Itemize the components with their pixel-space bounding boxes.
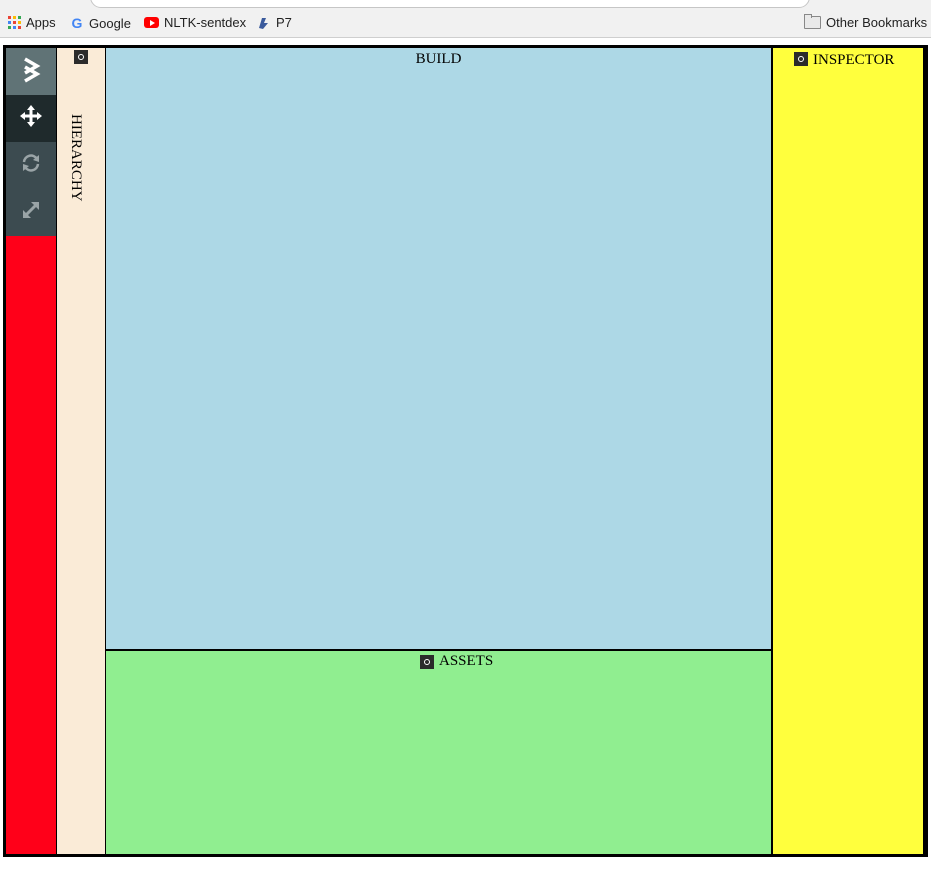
logo-button[interactable]: [6, 48, 56, 95]
scale-tool-button[interactable]: [6, 189, 56, 236]
inspector-header: INSPECTOR: [794, 52, 894, 69]
assets-title: ASSETS: [439, 653, 494, 669]
bookmarks-bar: Apps G Google NLTK-sentdex P7 Other Book…: [0, 8, 931, 38]
scale-diagonal-icon: [20, 199, 42, 226]
build-panel[interactable]: BUILD: [106, 48, 771, 651]
move-arrows-icon: [20, 105, 42, 132]
folder-icon: [804, 14, 821, 29]
tool-button-group: [6, 48, 56, 240]
inspector-settings-icon[interactable]: [794, 52, 808, 66]
p7-icon: [257, 16, 271, 30]
browser-top-bar: [0, 0, 931, 8]
assets-header: ASSETS: [420, 653, 493, 670]
inspector-title: INSPECTOR: [813, 52, 895, 68]
hierarchy-title: HIERARCHY: [68, 114, 84, 202]
assets-settings-icon[interactable]: [420, 654, 434, 669]
address-bar[interactable]: [90, 0, 810, 8]
bookmark-p7[interactable]: P7: [257, 15, 292, 30]
bookmark-label: P7: [276, 15, 292, 30]
bookmark-google[interactable]: G Google: [70, 15, 131, 31]
hierarchy-settings-icon[interactable]: [74, 50, 88, 64]
inspector-panel[interactable]: INSPECTOR: [772, 48, 923, 854]
youtube-icon: [144, 17, 159, 28]
editor-frame: HIERARCHY BUILD ASSETS INSPECTOR: [3, 45, 928, 857]
bookmark-label: NLTK-sentdex: [164, 15, 247, 30]
move-tool-button[interactable]: [6, 95, 56, 142]
assets-panel[interactable]: ASSETS: [106, 651, 771, 854]
bookmark-label: Google: [89, 15, 131, 31]
rotate-tool-button[interactable]: [6, 142, 56, 189]
hierarchy-panel[interactable]: HIERARCHY: [56, 48, 106, 854]
logo-chevron-icon: [21, 55, 41, 88]
google-icon: G: [71, 15, 83, 31]
apps-grid-icon: [8, 16, 21, 29]
other-bookmarks-label: Other Bookmarks: [826, 15, 928, 30]
build-title: BUILD: [415, 51, 462, 67]
tool-sidebar: [6, 48, 56, 854]
bookmark-apps[interactable]: Apps: [8, 15, 56, 30]
bookmark-label: Apps: [26, 15, 56, 30]
other-bookmarks[interactable]: Other Bookmarks: [804, 14, 928, 30]
rotate-icon: [20, 152, 42, 179]
bookmark-nltk-sentdex[interactable]: NLTK-sentdex: [144, 15, 246, 30]
